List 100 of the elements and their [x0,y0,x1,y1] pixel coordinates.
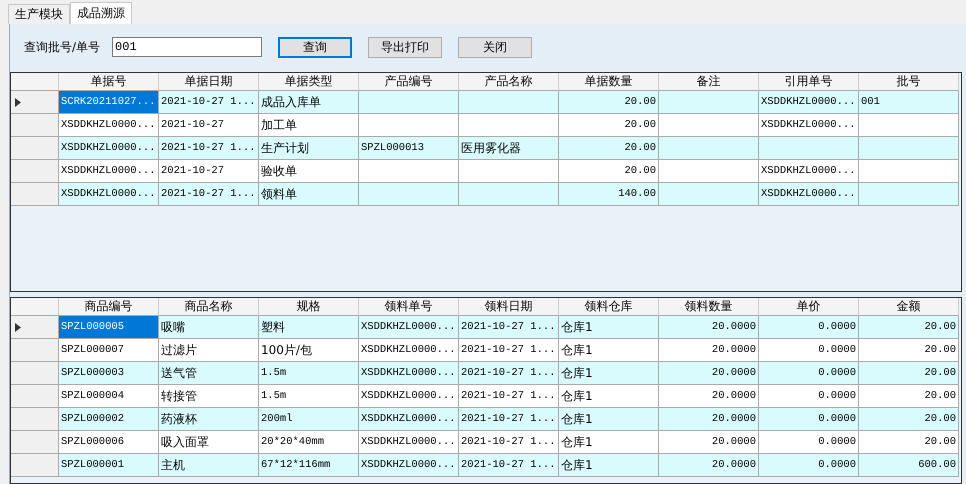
table-cell: 140.00 [559,183,659,206]
table-cell: 2021-10-27 [159,114,259,137]
table-cell: 送气管 [159,362,259,385]
table-cell: 20.00 [559,160,659,183]
table-cell: 20.00 [859,316,959,339]
table-cell: 20.00 [859,408,959,431]
row-header[interactable] [11,316,59,339]
table-cell: SCRK20211027... [59,91,159,114]
row-pointer-icon [15,98,21,106]
table-cell: SPZL000002 [59,408,159,431]
table-cell: XSDDKHZL0000... [759,114,859,137]
table-cell: XSDDKHZL0000... [359,385,459,408]
column-header[interactable]: 产品名称 [459,73,559,91]
table-cell: SPZL000003 [59,362,159,385]
table-cell: 20.0000 [659,454,759,477]
query-field[interactable]: 001 [112,37,262,57]
table-cell: 100片/包 [259,339,359,362]
table-cell: 20.00 [559,137,659,160]
column-header[interactable]: 单价 [759,298,859,316]
table-cell: 仓库1 [559,454,659,477]
column-header[interactable]: 领料数量 [659,298,759,316]
table-cell: 0.0000 [759,316,859,339]
table-cell: 20.00 [859,362,959,385]
table-cell: 20*20*40mm [259,431,359,454]
table-cell: 2021-10-27 1... [159,91,259,114]
table-cell: 20.00 [859,431,959,454]
query-label: 查询批号/单号 [24,38,100,56]
table-cell: XSDDKHZL0000... [359,454,459,477]
column-header[interactable]: 单据类型 [259,73,359,91]
column-header[interactable]: 领料单号 [359,298,459,316]
column-header[interactable]: 批号 [859,73,959,91]
table-cell: 2021-10-27 1... [459,316,559,339]
table-cell: 仓库1 [559,431,659,454]
table-cell: 20.0000 [659,408,759,431]
table-cell: 67*12*116mm [259,454,359,477]
table-cell: 001 [859,91,959,114]
table-cell: 2021-10-27 1... [159,183,259,206]
table-cell: 2021-10-27 1... [459,431,559,454]
table-cell: 吸入面罩 [159,431,259,454]
table-cell: 吸嘴 [159,316,259,339]
table-cell: XSDDKHZL0000... [759,183,859,206]
table-cell: XSDDKHZL0000... [59,114,159,137]
table-cell: XSDDKHZL0000... [359,431,459,454]
table-cell: 2021-10-27 1... [459,385,559,408]
table-cell: 20.00 [559,114,659,137]
table-cell: 2021-10-27 1... [459,454,559,477]
table-cell: 仓库1 [559,385,659,408]
table-cell: SPZL000007 [59,339,159,362]
tab[interactable]: 生产模块 [8,4,70,24]
table-cell: 1.5m [259,385,359,408]
table-cell: 仓库1 [559,339,659,362]
table-cell: 20.0000 [659,431,759,454]
table-cell: 0.0000 [759,454,859,477]
column-header[interactable]: 备注 [659,73,759,91]
table-cell: 20.00 [559,91,659,114]
table-cell: SPZL000005 [59,316,159,339]
table-cell: XSDDKHZL0000... [59,160,159,183]
table-cell: 0.0000 [759,408,859,431]
table-cell: 20.00 [859,339,959,362]
column-header[interactable]: 单据数量 [559,73,659,91]
table-cell: 转接管 [159,385,259,408]
table-cell: 2021-10-27 1... [459,339,559,362]
tab[interactable]: 成品溯源 [70,2,132,24]
row-pointer-icon [15,322,21,332]
table-cell: XSDDKHZL0000... [759,160,859,183]
table-cell: 塑料 [259,316,359,339]
column-header[interactable]: 领料仓库 [559,298,659,316]
table-cell: SPZL000013 [359,137,459,160]
column-header[interactable]: 商品编号 [59,298,159,316]
table-cell: SPZL000006 [59,431,159,454]
column-header[interactable]: 单据日期 [159,73,259,91]
toolbar-button[interactable]: 查询 [278,36,352,58]
table-cell: 0.0000 [759,385,859,408]
table-cell: 过滤片 [159,339,259,362]
table-cell: SPZL000001 [59,454,159,477]
table-cell: XSDDKHZL0000... [59,137,159,160]
table-cell: XSDDKHZL0000... [359,316,459,339]
table-cell: 20.0000 [659,385,759,408]
table-cell: 加工单 [259,114,359,137]
column-header[interactable]: 领料日期 [459,298,559,316]
table-cell: 医用雾化器 [459,137,559,160]
column-header[interactable]: 产品编号 [359,73,459,91]
column-header[interactable]: 规格 [259,298,359,316]
column-header[interactable]: 商品名称 [159,298,259,316]
column-header[interactable]: 单据号 [59,73,159,91]
table-cell: 领料单 [259,183,359,206]
toolbar-button[interactable]: 导出打印 [368,36,442,58]
table-cell: 2021-10-27 1... [459,362,559,385]
table-cell: 生产计划 [259,137,359,160]
column-header[interactable]: 引用单号 [759,73,859,91]
table-cell: XSDDKHZL0000... [359,362,459,385]
table-cell: 仓库1 [559,316,659,339]
table-cell: 仓库1 [559,362,659,385]
toolbar-button[interactable]: 关闭 [458,36,532,58]
column-header[interactable]: 金额 [859,298,959,316]
table-cell: 0.0000 [759,431,859,454]
table-cell: 0.0000 [759,339,859,362]
row-header[interactable] [11,91,59,114]
table-cell: 2021-10-27 [159,160,259,183]
table-cell: 2021-10-27 1... [159,137,259,160]
